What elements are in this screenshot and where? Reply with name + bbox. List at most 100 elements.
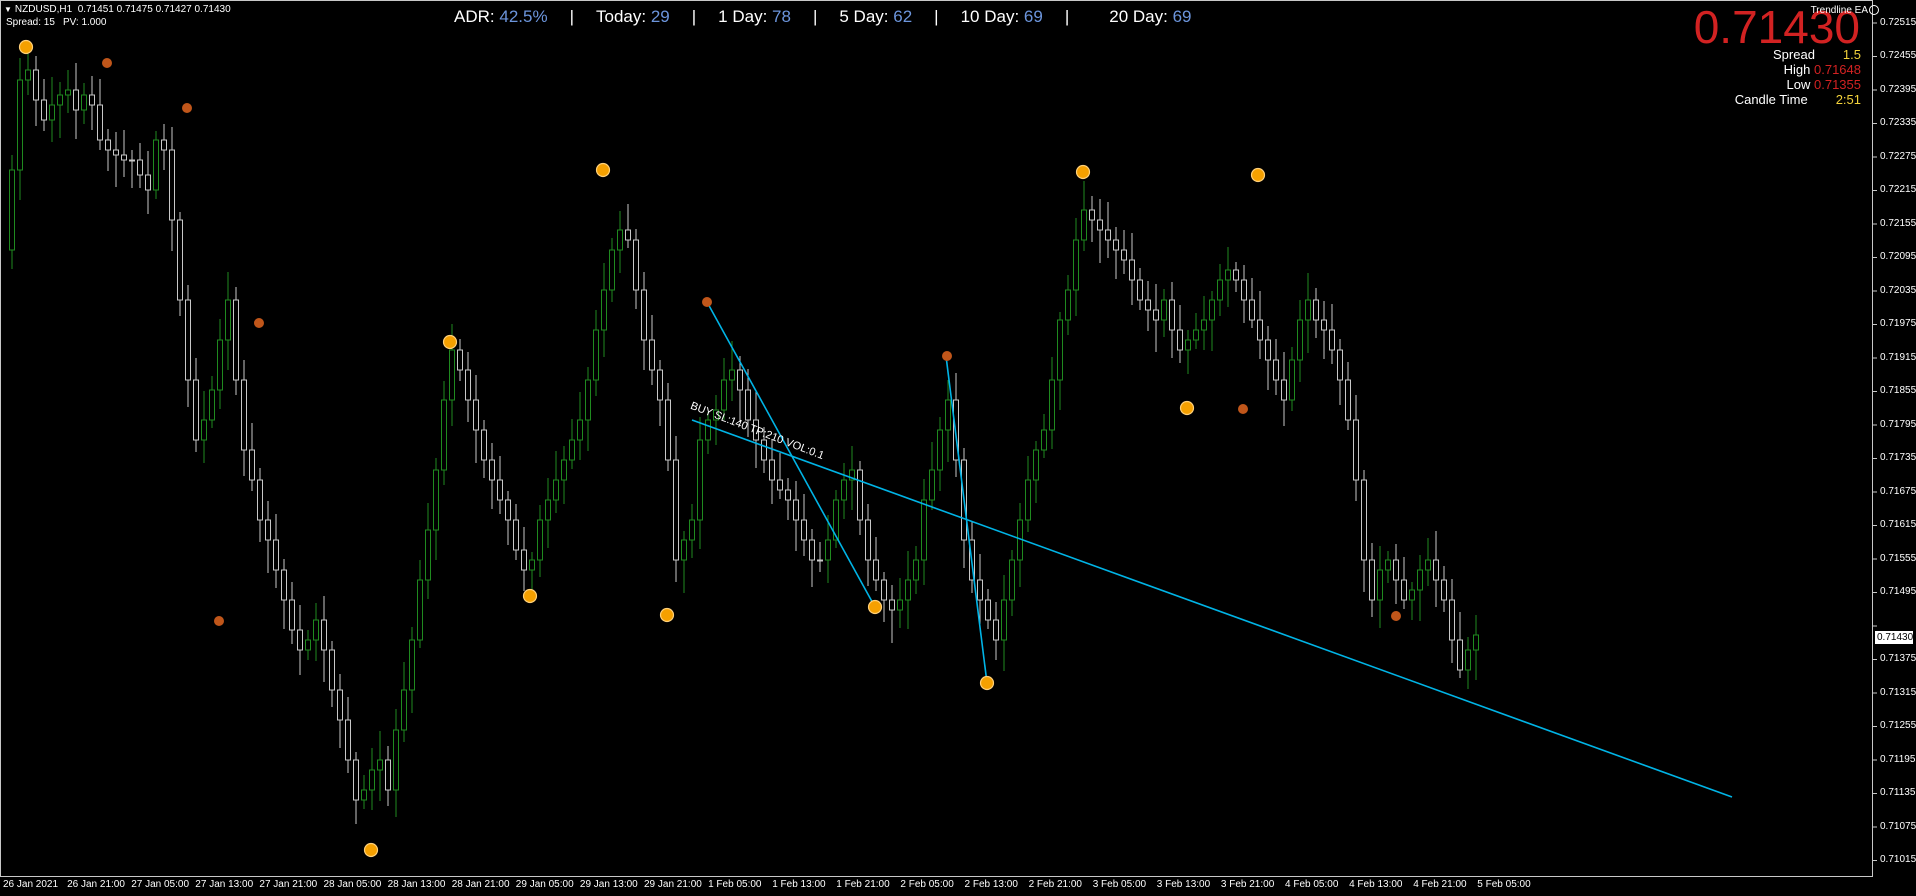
candle: [905, 551, 911, 629]
price-axis-label: 0.72035: [1880, 284, 1916, 296]
candle: [1073, 218, 1079, 316]
candle: [1345, 362, 1351, 430]
separator: |: [691, 7, 697, 26]
candle: [265, 501, 271, 573]
candle: [241, 360, 247, 476]
candle: [609, 238, 615, 302]
candle: [697, 417, 703, 549]
trendline[interactable]: [691, 419, 1733, 798]
time-axis-label: 27 Jan 13:00: [195, 879, 254, 890]
candle: [1097, 199, 1103, 263]
smiley-icon[interactable]: [1869, 5, 1879, 15]
price-axis-label: 0.71675: [1880, 485, 1916, 497]
candle: [841, 463, 847, 519]
candle: [785, 478, 791, 520]
candle: [1025, 456, 1031, 532]
time-axis-label: 2 Feb 05:00: [900, 879, 954, 890]
candle: [817, 542, 823, 572]
candle: [145, 151, 151, 214]
candle: [881, 572, 887, 622]
candle: [929, 442, 935, 510]
time-axis-label: 29 Jan 13:00: [579, 879, 638, 890]
separator: |: [569, 7, 574, 26]
candle: [249, 423, 255, 491]
ea-name-label: Trendline EA: [1810, 5, 1868, 16]
trendline[interactable]: [945, 355, 988, 684]
candle: [1385, 551, 1391, 583]
candle: [681, 531, 687, 593]
fractal-marker: [522, 588, 538, 604]
price-chart[interactable]: [0, 0, 1916, 896]
candle: [1409, 582, 1415, 620]
candle: [1105, 202, 1111, 258]
candle: [1081, 181, 1087, 251]
info-high-label: High: [1783, 62, 1811, 77]
candle: [1065, 275, 1071, 335]
info-low-label: Low: [1786, 77, 1811, 92]
candle: [137, 143, 143, 188]
day10-label: 10 Day:: [960, 7, 1020, 26]
candle: [1313, 288, 1319, 338]
day1-value: 78: [772, 7, 791, 26]
candle: [937, 417, 943, 491]
trendline[interactable]: [706, 301, 876, 608]
candle: [1425, 538, 1431, 586]
time-axis-label: 3 Feb 05:00: [1092, 879, 1147, 890]
time-axis-label: 26 Jan 2021: [3, 879, 59, 890]
price-axis-label: 0.71975: [1880, 318, 1916, 330]
candle: [97, 79, 103, 150]
day20-value: 69: [1172, 7, 1192, 26]
candle: [129, 150, 135, 188]
candle: [57, 82, 63, 138]
today-value: 29: [650, 7, 670, 26]
candle: [353, 752, 359, 824]
candle: [1169, 282, 1175, 358]
candle: [505, 491, 511, 545]
time-axis-label: 29 Jan 21:00: [644, 879, 702, 890]
candle: [1281, 352, 1287, 426]
candle: [1145, 281, 1151, 331]
candle: [889, 585, 895, 643]
fractal-marker-minor: [182, 103, 192, 113]
candle: [1433, 531, 1439, 607]
price-axis-label: 0.72455: [1880, 50, 1916, 62]
candle: [1465, 637, 1471, 689]
candle: [865, 504, 871, 586]
candle: [193, 358, 199, 452]
candle: [561, 446, 567, 504]
candle: [233, 287, 239, 395]
dropdown-triangle-icon[interactable]: ▼: [4, 5, 12, 14]
info-high-row: High 0.71648: [1735, 62, 1861, 77]
candle: [257, 468, 263, 542]
candle: [657, 360, 663, 426]
symbol-name: NZDUSD,H1: [14, 4, 73, 15]
price-axis-label: 0.71255: [1880, 720, 1916, 732]
candle: [361, 775, 367, 809]
candle: [1321, 301, 1327, 359]
candle: [1057, 312, 1063, 410]
time-axis-label: 1 Feb 13:00: [772, 879, 826, 890]
candle: [793, 481, 799, 551]
candle: [345, 697, 351, 773]
price-axis-label: 0.71915: [1880, 351, 1916, 363]
adr-label: ADR:: [454, 7, 495, 26]
candle: [921, 479, 927, 585]
candle: [1329, 304, 1335, 364]
candle: [1249, 278, 1255, 328]
candle: [1417, 555, 1423, 621]
candle: [1473, 615, 1479, 680]
candle: [369, 748, 375, 810]
candle: [641, 272, 647, 370]
current-price-tag: 0.71430: [1875, 631, 1914, 644]
candle: [441, 381, 447, 485]
candle: [225, 272, 231, 370]
fractal-marker-minor: [1391, 611, 1401, 621]
candle: [801, 494, 807, 556]
fractal-marker: [1075, 164, 1091, 180]
candle: [401, 662, 407, 742]
time-axis-label: 3 Feb 13:00: [1156, 879, 1211, 890]
candle: [153, 131, 159, 199]
fractal-marker: [595, 162, 611, 178]
time-axis-label: 4 Feb 05:00: [1285, 879, 1339, 890]
candle: [105, 129, 111, 171]
